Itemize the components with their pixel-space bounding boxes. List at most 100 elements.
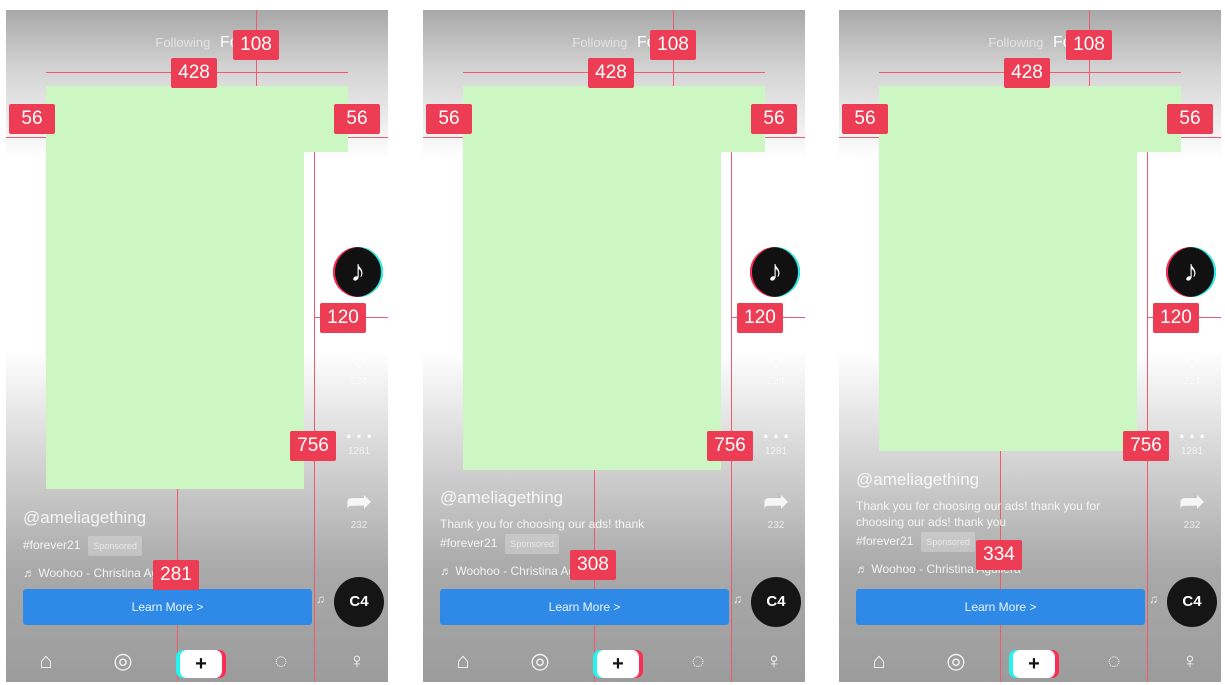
- share-action[interactable]: ➦ 232: [1172, 482, 1212, 531]
- guide-line-left: [839, 137, 879, 138]
- sponsored-badge: Sponsored: [88, 536, 142, 556]
- share-action[interactable]: ➦ 232: [756, 482, 796, 531]
- measure-lower: 756: [290, 431, 336, 461]
- comment-icon[interactable]: …: [339, 408, 379, 446]
- like-action[interactable]: ♡ 224: [756, 338, 796, 387]
- heart-icon[interactable]: ♡: [756, 338, 796, 376]
- guide-line-right: [765, 137, 805, 138]
- music-disc-icon[interactable]: C4: [1167, 577, 1217, 627]
- sponsored-badge: Sponsored: [505, 534, 559, 554]
- music-disc-icon[interactable]: C4: [751, 577, 801, 627]
- measure-right: 56: [751, 104, 797, 134]
- music-note-icon: ♫: [316, 592, 325, 606]
- hashtag-row: #forever21 Sponsored: [23, 536, 188, 556]
- safe-zone-main: [879, 86, 1137, 451]
- like-action[interactable]: ♡ 224: [1172, 338, 1212, 387]
- hashtag[interactable]: #forever21: [856, 534, 913, 548]
- measure-side: 120: [320, 303, 366, 333]
- inbox-icon[interactable]: ◌: [263, 646, 299, 676]
- measure-lower: 756: [707, 431, 753, 461]
- measure-lower: 756: [1123, 431, 1169, 461]
- comment-action[interactable]: … 1281: [1172, 408, 1212, 457]
- measure-left: 56: [426, 104, 472, 134]
- heart-icon[interactable]: ♡: [1172, 338, 1212, 376]
- tab-following[interactable]: Following: [155, 35, 210, 50]
- learn-more-button[interactable]: Learn More >: [23, 589, 312, 625]
- tiktok-logo-icon[interactable]: ♪: [1166, 247, 1216, 297]
- home-icon[interactable]: ⌂: [28, 646, 64, 676]
- profile-icon[interactable]: ♀: [1172, 646, 1208, 676]
- measure-left: 56: [842, 104, 888, 134]
- phone-mockup-1: Following Fo ♪ ♡ 224 … 1281 ➦ 232 @ameli…: [6, 10, 388, 682]
- learn-more-button[interactable]: Learn More >: [440, 589, 729, 625]
- measure-side: 120: [737, 303, 783, 333]
- video-description: Thank you for choosing our ads! thank: [440, 517, 645, 531]
- phone-mockup-2: Following Fo ♪ ♡ 224 … 1281 ➦ 232 @ameli…: [423, 10, 805, 682]
- home-icon[interactable]: ⌂: [445, 646, 481, 676]
- tab-following[interactable]: Following: [572, 35, 627, 50]
- inbox-icon[interactable]: ◌: [1096, 646, 1132, 676]
- share-count: 232: [767, 520, 785, 531]
- profile-icon[interactable]: ♀: [339, 646, 375, 676]
- tiktok-logo-icon[interactable]: ♪: [333, 247, 383, 297]
- music-disc-icon[interactable]: C4: [334, 577, 384, 627]
- like-count: 224: [767, 376, 785, 387]
- discover-icon[interactable]: ◎: [522, 646, 558, 676]
- measure-bottom: 308: [570, 550, 616, 580]
- measure-bottom: 281: [153, 560, 199, 590]
- share-icon[interactable]: ➦: [339, 482, 379, 520]
- profile-icon[interactable]: ♀: [756, 646, 792, 676]
- comment-icon[interactable]: …: [756, 408, 796, 446]
- username[interactable]: @ameliagething: [440, 488, 730, 508]
- measure-side: 120: [1153, 303, 1199, 333]
- measure-right: 56: [334, 104, 380, 134]
- feed-tabs: Following Fo: [423, 34, 805, 52]
- guide-line-right: [348, 137, 388, 138]
- heart-icon[interactable]: ♡: [339, 338, 379, 376]
- username[interactable]: @ameliagething: [23, 508, 188, 528]
- share-icon[interactable]: ➦: [756, 482, 796, 520]
- measure-bottom: 334: [976, 540, 1022, 570]
- guide-line-side: [731, 152, 732, 682]
- username[interactable]: @ameliagething: [856, 470, 1146, 490]
- measure-width: 428: [171, 58, 217, 88]
- feed-tabs: Following Fo: [6, 34, 388, 52]
- guide-line-right: [1181, 137, 1221, 138]
- comment-count: 1281: [347, 446, 371, 457]
- measure-left: 56: [9, 104, 55, 134]
- create-icon[interactable]: +: [1013, 650, 1055, 678]
- discover-icon[interactable]: ◎: [105, 646, 141, 676]
- guide-line-side: [1147, 152, 1148, 682]
- tiktok-logo-icon[interactable]: ♪: [750, 247, 800, 297]
- comment-action[interactable]: … 1281: [756, 408, 796, 457]
- tab-following[interactable]: Following: [988, 35, 1043, 50]
- share-action[interactable]: ➦ 232: [339, 482, 379, 531]
- measure-top: 108: [650, 30, 696, 60]
- phone-mockup-3: Following Fo ♪ ♡ 224 … 1281 ➦ 232 @ameli…: [839, 10, 1221, 682]
- hashtag[interactable]: #forever21: [440, 536, 497, 550]
- guide-line-side: [314, 152, 315, 682]
- measure-width: 428: [588, 58, 634, 88]
- hashtag[interactable]: #forever21: [23, 538, 80, 552]
- create-icon[interactable]: +: [597, 650, 639, 678]
- feed-tabs: Following Fo: [839, 34, 1221, 52]
- sponsored-badge: Sponsored: [921, 532, 975, 552]
- comment-icon[interactable]: …: [1172, 408, 1212, 446]
- create-icon[interactable]: +: [180, 650, 222, 678]
- inbox-icon[interactable]: ◌: [680, 646, 716, 676]
- music-note-icon: ♫: [733, 592, 742, 606]
- discover-icon[interactable]: ◎: [938, 646, 974, 676]
- music-note-icon: ♫: [1149, 592, 1158, 606]
- share-count: 232: [1183, 520, 1201, 531]
- like-action[interactable]: ♡ 224: [339, 338, 379, 387]
- comment-count: 1281: [1180, 446, 1204, 457]
- share-icon[interactable]: ➦: [1172, 482, 1212, 520]
- share-count: 232: [350, 520, 368, 531]
- comment-count: 1281: [764, 446, 788, 457]
- guide-line-left: [423, 137, 463, 138]
- home-icon[interactable]: ⌂: [861, 646, 897, 676]
- video-description: Thank you for choosing our ads! thank yo…: [856, 499, 1101, 529]
- comment-action[interactable]: … 1281: [339, 408, 379, 457]
- safe-zone-main: [463, 86, 721, 470]
- learn-more-button[interactable]: Learn More >: [856, 589, 1145, 625]
